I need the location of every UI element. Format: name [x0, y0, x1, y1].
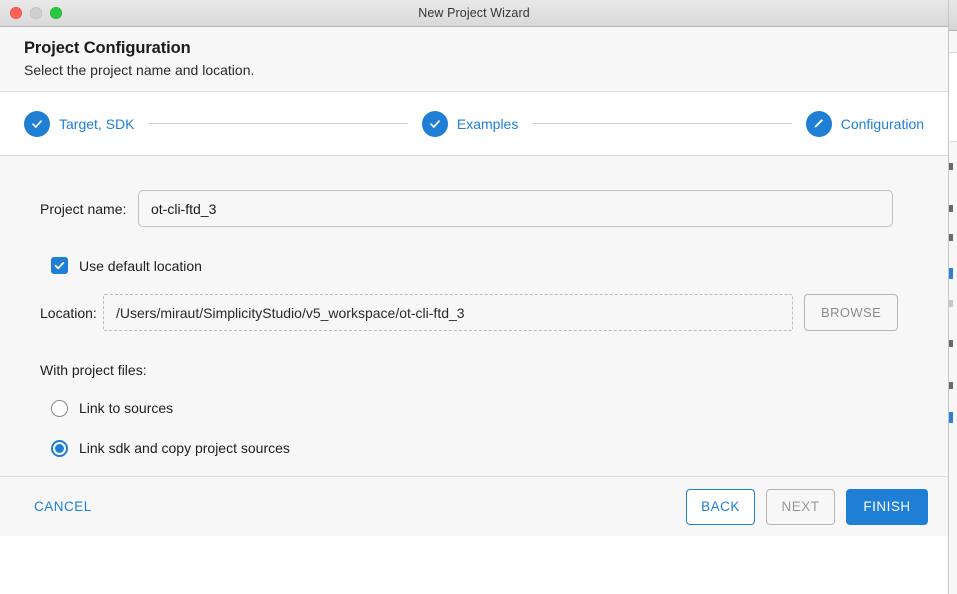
pencil-icon — [805, 110, 832, 137]
location-label: Location: — [40, 304, 97, 321]
background-window-titlebar — [948, 0, 957, 31]
radio-label: Link to sources — [79, 400, 174, 416]
stepper-connector — [532, 123, 792, 124]
radio-option-link-sdk-copy-sources[interactable]: Link sdk and copy project sources — [51, 428, 948, 468]
window-controls — [10, 0, 62, 26]
next-button: NEXT — [766, 488, 835, 525]
step-examples[interactable]: Examples — [421, 110, 519, 137]
stepper-connector — [148, 123, 408, 124]
check-icon — [24, 110, 50, 137]
check-icon — [421, 110, 448, 137]
background-text-fragment — [949, 382, 953, 389]
location-input — [103, 294, 793, 331]
step-label-examples: Examples — [456, 115, 519, 132]
minimize-button[interactable] — [30, 7, 42, 19]
background-window-sliver — [947, 0, 957, 594]
use-default-location-row[interactable]: Use default location — [0, 227, 948, 274]
background-text-fragment — [949, 412, 953, 423]
project-files-group-title: With project files: — [40, 362, 147, 378]
page-title: Project Configuration — [24, 39, 191, 57]
step-configuration[interactable]: Configuration — [805, 110, 925, 137]
finish-button[interactable]: FINISH — [846, 488, 928, 525]
background-text-fragment — [949, 205, 953, 212]
use-default-location-label: Use default location — [79, 257, 202, 274]
step-label-configuration: Configuration — [840, 115, 925, 132]
close-button[interactable] — [10, 7, 22, 19]
project-name-input[interactable] — [138, 190, 893, 227]
step-target-sdk[interactable]: Target, SDK — [24, 110, 135, 137]
radio-button[interactable] — [51, 439, 68, 457]
new-project-wizard-dialog: New Project Wizard Project Configuration… — [0, 0, 948, 594]
background-text-fragment — [949, 163, 953, 170]
dialog-content: Project name: Use default location Locat… — [0, 156, 948, 536]
browse-button: BROWSE — [804, 294, 899, 331]
back-button[interactable]: BACK — [686, 488, 755, 525]
radio-option-link-to-sources[interactable]: Link to sources — [51, 388, 948, 428]
background-text-fragment — [949, 340, 953, 347]
radio-button[interactable] — [51, 399, 68, 417]
background-text-fragment — [949, 234, 953, 241]
radio-label: Link sdk and copy project sources — [79, 440, 290, 456]
use-default-location-checkbox[interactable] — [51, 257, 68, 274]
page-subtitle: Select the project name and location. — [24, 62, 255, 78]
background-text-fragment — [949, 268, 953, 279]
project-name-row: Project name: — [0, 156, 948, 227]
dialog-footer: CANCEL BACK NEXT FINISH — [0, 476, 948, 536]
dialog-header: Project Configuration Select the project… — [0, 27, 948, 92]
project-name-label: Project name: — [40, 200, 127, 217]
step-label-target-sdk: Target, SDK — [59, 115, 135, 132]
background-text-fragment — [949, 300, 953, 307]
window-titlebar: New Project Wizard — [0, 0, 948, 27]
background-window-panel — [948, 52, 957, 142]
wizard-stepper: Target, SDK Examples Configuration — [0, 92, 948, 156]
maximize-button[interactable] — [50, 7, 62, 19]
cancel-button[interactable]: CANCEL — [32, 493, 94, 520]
window-title: New Project Wizard — [418, 6, 530, 20]
location-row: Location: BROWSE — [0, 274, 948, 331]
